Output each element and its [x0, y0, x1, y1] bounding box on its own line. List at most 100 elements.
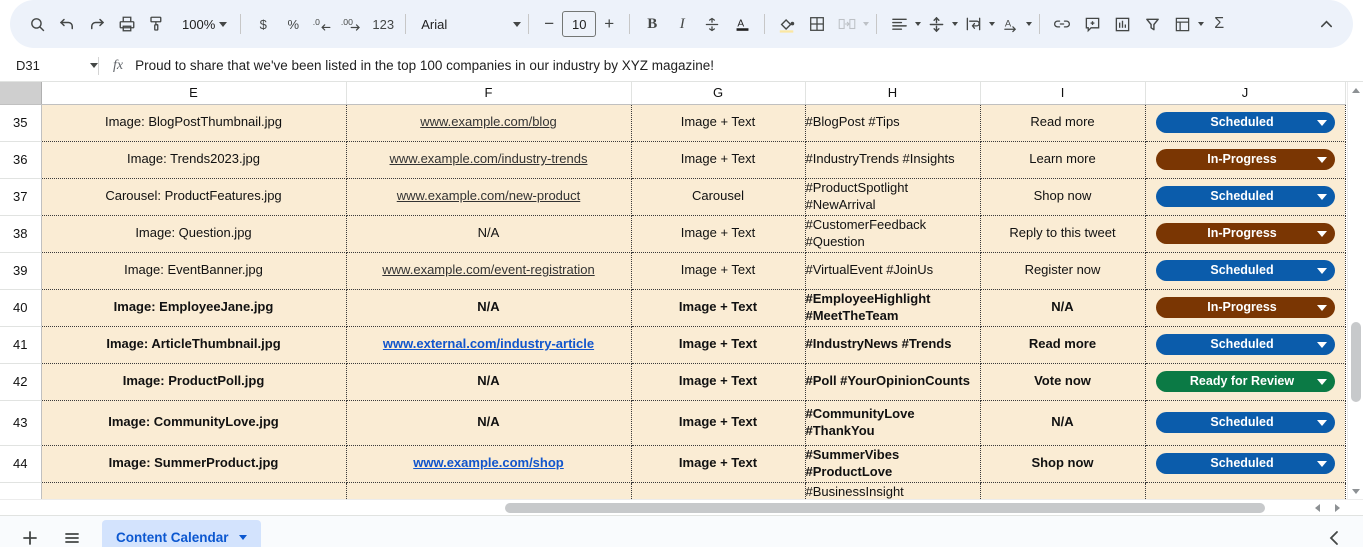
status-badge[interactable]: In-Progress [1156, 149, 1335, 170]
select-all-corner[interactable] [0, 82, 41, 104]
redo-icon[interactable] [82, 9, 112, 39]
row-header[interactable]: 39 [0, 252, 41, 289]
scroll-down-button[interactable] [1348, 483, 1363, 499]
cell-cta[interactable]: N/A [980, 400, 1145, 445]
cell-format[interactable]: Image + Text [631, 400, 805, 445]
column-header-J[interactable]: J [1145, 82, 1345, 104]
increase-decimal-button[interactable]: .00 [338, 9, 368, 39]
row-header[interactable]: 36 [0, 141, 41, 178]
cell-link[interactable]: www.example.com/industry-trends [346, 141, 631, 178]
undo-icon[interactable] [52, 9, 82, 39]
cell-status[interactable]: Scheduled [1145, 104, 1345, 141]
hyperlink[interactable]: www.example.com/shop [413, 455, 564, 470]
italic-button[interactable]: I [667, 9, 697, 39]
hyperlink[interactable]: www.example.com/new-product [397, 188, 581, 203]
cell-cta[interactable]: Shop now [980, 445, 1145, 482]
row-header[interactable]: 38 [0, 215, 41, 252]
cell-media-asset[interactable]: Image: SummerProduct.jpg [41, 445, 346, 482]
currency-format-button[interactable]: $ [248, 9, 278, 39]
percent-format-button[interactable]: % [278, 9, 308, 39]
cell-cta[interactable]: Reply to this tweet [980, 215, 1145, 252]
cell-link[interactable]: N/A [346, 289, 631, 326]
cell-status[interactable]: In-Progress [1145, 141, 1345, 178]
scroll-up-button[interactable] [1348, 82, 1363, 98]
cell-hashtags[interactable]: #EmployeeHighlight #MeetTheTeam [805, 289, 980, 326]
cell-format[interactable]: Image + Text [631, 252, 805, 289]
cell-status[interactable]: Scheduled [1145, 400, 1345, 445]
cell-format[interactable]: Image + Text [631, 445, 805, 482]
chevron-down-icon[interactable] [1317, 157, 1327, 163]
chevron-down-icon[interactable] [1317, 342, 1327, 348]
cell-format[interactable]: Image + Text [631, 141, 805, 178]
row-header[interactable] [0, 482, 41, 499]
create-filter-icon[interactable] [1137, 9, 1167, 39]
column-header-H[interactable]: H [805, 82, 980, 104]
cell-format[interactable]: Image + Text [631, 326, 805, 363]
cell-media-asset[interactable]: Image: Trends2023.jpg [41, 141, 346, 178]
cell-link[interactable]: www.example.com/new-product [346, 178, 631, 215]
cell-link[interactable]: www.example.com/shop [346, 445, 631, 482]
chevron-down-icon[interactable] [1317, 379, 1327, 385]
cell-status[interactable]: Ready for Review [1145, 363, 1345, 400]
chevron-down-icon[interactable] [1317, 268, 1327, 274]
search-icon[interactable] [22, 9, 52, 39]
cell-format[interactable]: Image + Text [631, 215, 805, 252]
status-badge[interactable]: Scheduled [1156, 186, 1335, 207]
cell-format[interactable]: Carousel [631, 178, 805, 215]
cell-media-asset[interactable]: Image: EventBanner.jpg [41, 252, 346, 289]
cell-status[interactable]: Scheduled [1145, 445, 1345, 482]
row-header[interactable]: 44 [0, 445, 41, 482]
scroll-right-button[interactable] [1327, 500, 1347, 516]
cell-link[interactable]: N/A [346, 363, 631, 400]
cell-cta[interactable]: Read more [980, 326, 1145, 363]
cell-cta[interactable]: Vote now [980, 363, 1145, 400]
status-badge[interactable]: Scheduled [1156, 453, 1335, 474]
row-header[interactable]: 42 [0, 363, 41, 400]
column-header-G[interactable]: G [631, 82, 805, 104]
cell-partial[interactable] [980, 482, 1145, 499]
cell-hashtags[interactable]: #Poll #YourOpinionCounts [805, 363, 980, 400]
cell-hashtags[interactable]: #ProductSpotlight #NewArrival [805, 178, 980, 215]
hyperlink[interactable]: www.example.com/event-registration [382, 262, 594, 277]
row-header[interactable]: 43 [0, 400, 41, 445]
font-family-selector[interactable]: Arial [413, 9, 521, 39]
cell-status[interactable]: Scheduled [1145, 178, 1345, 215]
hyperlink[interactable]: www.example.com/blog [420, 114, 557, 129]
increase-font-size-button[interactable]: + [596, 14, 622, 34]
decrease-font-size-button[interactable]: − [536, 14, 562, 34]
cell-cta[interactable]: Register now [980, 252, 1145, 289]
vertical-scrollbar[interactable] [1347, 82, 1363, 499]
status-badge[interactable]: Scheduled [1156, 260, 1335, 281]
cell-format[interactable]: Image + Text [631, 104, 805, 141]
cell-hashtags[interactable]: #IndustryTrends #Insights [805, 141, 980, 178]
insert-chart-icon[interactable] [1107, 9, 1137, 39]
cell-cta[interactable]: Read more [980, 104, 1145, 141]
insert-link-icon[interactable] [1047, 9, 1077, 39]
cell-media-asset[interactable]: Image: CommunityLove.jpg [41, 400, 346, 445]
cell-partial[interactable] [346, 482, 631, 499]
column-header-E[interactable]: E [41, 82, 346, 104]
horizontal-scroll-thumb[interactable] [505, 503, 1265, 513]
plus-icon[interactable] [12, 520, 48, 547]
chevron-down-icon[interactable] [1317, 420, 1327, 426]
cell-partial[interactable] [1145, 482, 1345, 499]
cell-status[interactable]: In-Progress [1145, 289, 1345, 326]
name-box[interactable]: D31 [0, 50, 98, 81]
row-header[interactable]: 35 [0, 104, 41, 141]
row-header[interactable]: 40 [0, 289, 41, 326]
cell-status[interactable]: Scheduled [1145, 326, 1345, 363]
cell-media-asset[interactable]: Image: BlogPostThumbnail.jpg [41, 104, 346, 141]
sheet-tab-content-calendar[interactable]: Content Calendar [102, 520, 261, 547]
cell-cta[interactable]: Shop now [980, 178, 1145, 215]
cell-format[interactable]: Image + Text [631, 363, 805, 400]
decrease-decimal-button[interactable]: .0 [308, 9, 338, 39]
bold-button[interactable]: B [637, 9, 667, 39]
formula-input[interactable]: Proud to share that we've been listed in… [135, 58, 714, 73]
status-badge[interactable]: Scheduled [1156, 334, 1335, 355]
chevron-down-icon[interactable] [1317, 231, 1327, 237]
text-rotation-button[interactable]: A [995, 9, 1032, 39]
cell-format[interactable]: Image + Text [631, 289, 805, 326]
column-header-I[interactable]: I [980, 82, 1145, 104]
merge-cells-button[interactable] [832, 9, 869, 39]
text-wrap-button[interactable] [958, 9, 995, 39]
